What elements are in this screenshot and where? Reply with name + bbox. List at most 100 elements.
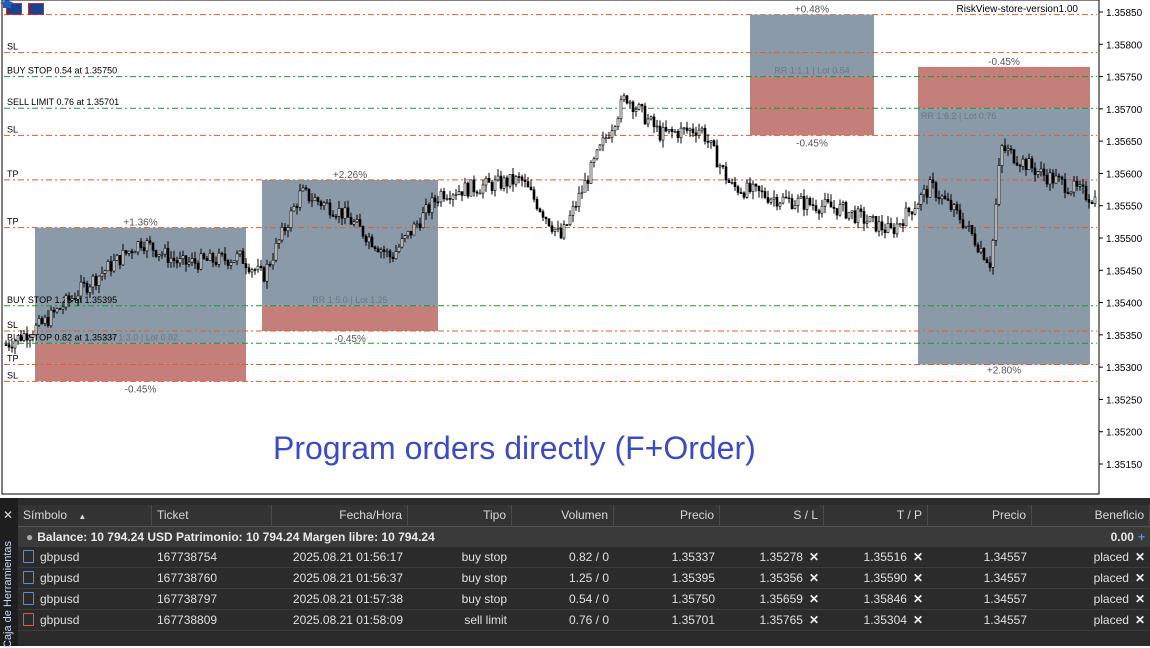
order-volume: 0.82 / 0 — [568, 550, 609, 564]
remove-sl-icon[interactable]: ✕ — [809, 592, 819, 606]
remove-tp-icon[interactable]: ✕ — [913, 613, 923, 627]
candle-body — [55, 308, 59, 313]
order-row[interactable]: gbpusd 167738754 2025.08.21 01:56:17 buy st… — [18, 547, 1150, 568]
order-type: buy stop — [461, 571, 507, 585]
candle-body — [961, 219, 965, 228]
col-header-profit[interactable]: Beneficio — [1032, 505, 1150, 526]
candle-body — [526, 181, 530, 188]
candle-body — [502, 177, 506, 189]
candle-body — [883, 229, 887, 233]
col-header-type[interactable]: Tipo — [408, 505, 512, 526]
stop-loss-zone[interactable] — [918, 66, 1090, 109]
toolbox-label: Caja de Herramientas — [2, 541, 14, 648]
candle-body — [958, 209, 962, 221]
add-order-icon[interactable]: + — [1138, 530, 1145, 544]
remove-tp-icon[interactable]: ✕ — [913, 592, 923, 606]
order-status: placed ✕ — [1093, 550, 1145, 564]
candle-body — [181, 255, 185, 259]
level-label: BUY STOP 1.25 at 1.35395 — [7, 295, 117, 305]
candle-body — [1069, 191, 1073, 194]
candle-body — [514, 176, 518, 185]
candle-body — [484, 177, 488, 186]
candle-body — [145, 240, 149, 252]
candle-body — [121, 250, 125, 266]
candle-body — [280, 227, 284, 241]
candle-body — [430, 197, 434, 213]
cancel-order-icon[interactable]: ✕ — [1135, 550, 1145, 564]
order-row[interactable]: gbpusd 167738760 2025.08.21 01:56:37 buy st… — [18, 568, 1150, 589]
candle-body — [619, 99, 623, 119]
close-panel-icon[interactable]: ✕ — [3, 508, 13, 522]
remove-sl-icon[interactable]: ✕ — [809, 550, 819, 564]
price-chart[interactable]: 1.35850 1.35800 1.35750 1.35700 1.35650 1.356… — [0, 0, 1150, 498]
chart-type-icon[interactable] — [28, 3, 44, 15]
candle-body — [370, 236, 374, 248]
col-header-tp[interactable]: T / P — [824, 505, 928, 526]
chart-canvas[interactable]: 1.35850 1.35800 1.35750 1.35700 1.35650 1.356… — [0, 0, 1150, 498]
candle-body — [217, 252, 221, 265]
candle-body — [859, 208, 863, 212]
remove-tp-icon[interactable]: ✕ — [913, 571, 923, 585]
candle-body — [529, 186, 533, 191]
order-current-price: 1.34557 — [983, 592, 1027, 606]
candle-body — [811, 204, 815, 206]
col-header-price[interactable]: Precio — [614, 505, 720, 526]
candle-body — [952, 204, 956, 211]
candle-body — [742, 192, 746, 198]
col-header-volume[interactable]: Volumen — [512, 505, 614, 526]
candle-body — [337, 208, 341, 217]
candle-body — [205, 258, 209, 261]
stop-loss-zone[interactable] — [750, 76, 874, 136]
candle-body — [706, 140, 710, 143]
candle-body — [511, 174, 515, 185]
candle-body — [289, 210, 293, 228]
col-header-current-price[interactable]: Precio — [928, 505, 1032, 526]
table-header: Símbolo ▲ Ticket Fecha/Hora Tipo Volumen… — [18, 505, 1150, 527]
candle-body — [454, 194, 458, 196]
candle-body — [1048, 172, 1052, 185]
col-header-time[interactable]: Fecha/Hora — [272, 505, 408, 526]
candle-body — [226, 260, 230, 266]
col-header-ticket[interactable]: Ticket — [152, 505, 272, 526]
indicator-title: RiskView-store-version1.00 — [956, 4, 1078, 15]
candle-body — [727, 179, 731, 183]
candle-body — [487, 177, 491, 183]
cancel-order-icon[interactable]: ✕ — [1135, 613, 1145, 627]
candle-body — [247, 267, 251, 273]
order-row[interactable]: gbpusd 167738797 2025.08.21 01:57:38 buy st… — [18, 589, 1150, 610]
cancel-order-icon[interactable]: ✕ — [1135, 571, 1145, 585]
candle-body — [712, 140, 716, 147]
col-header-sl[interactable]: S / L — [720, 505, 824, 526]
candle-body — [838, 204, 842, 216]
candle-body — [115, 254, 119, 261]
stop-loss-zone[interactable] — [35, 343, 246, 382]
order-row[interactable]: gbpusd 167738809 2025.08.21 01:58:09 sell l… — [18, 610, 1150, 631]
remove-tp-icon[interactable]: ✕ — [913, 550, 923, 564]
col-header-symbol[interactable]: Símbolo ▲ — [18, 505, 152, 526]
candle-body — [304, 187, 308, 190]
candle-body — [496, 175, 500, 181]
remove-sl-icon[interactable]: ✕ — [809, 571, 819, 585]
cancel-order-icon[interactable]: ✕ — [1135, 592, 1145, 606]
candle-body — [460, 191, 464, 196]
candle-body — [421, 212, 425, 229]
candle-body — [703, 127, 707, 142]
candle-body — [682, 127, 686, 130]
level-label: SL — [7, 320, 18, 330]
level-label: BUY STOP 0.54 at 1.35750 — [7, 66, 117, 76]
candle-body — [13, 340, 17, 349]
order-symbol: gbpusd — [18, 610, 152, 630]
take-profit-zone[interactable] — [262, 179, 438, 306]
candle-body — [307, 188, 311, 202]
candle-body — [214, 261, 218, 265]
remove-sl-icon[interactable]: ✕ — [809, 613, 819, 627]
candle-body — [241, 250, 245, 264]
candle-body — [616, 118, 620, 127]
stop-loss-zone[interactable] — [262, 305, 438, 331]
candle-body — [808, 197, 812, 205]
candle-body — [895, 223, 899, 235]
price-tick-label: 1.35500 — [1106, 234, 1143, 245]
candle-body — [799, 196, 803, 199]
candle-body — [865, 221, 869, 224]
candle-body — [634, 109, 638, 113]
